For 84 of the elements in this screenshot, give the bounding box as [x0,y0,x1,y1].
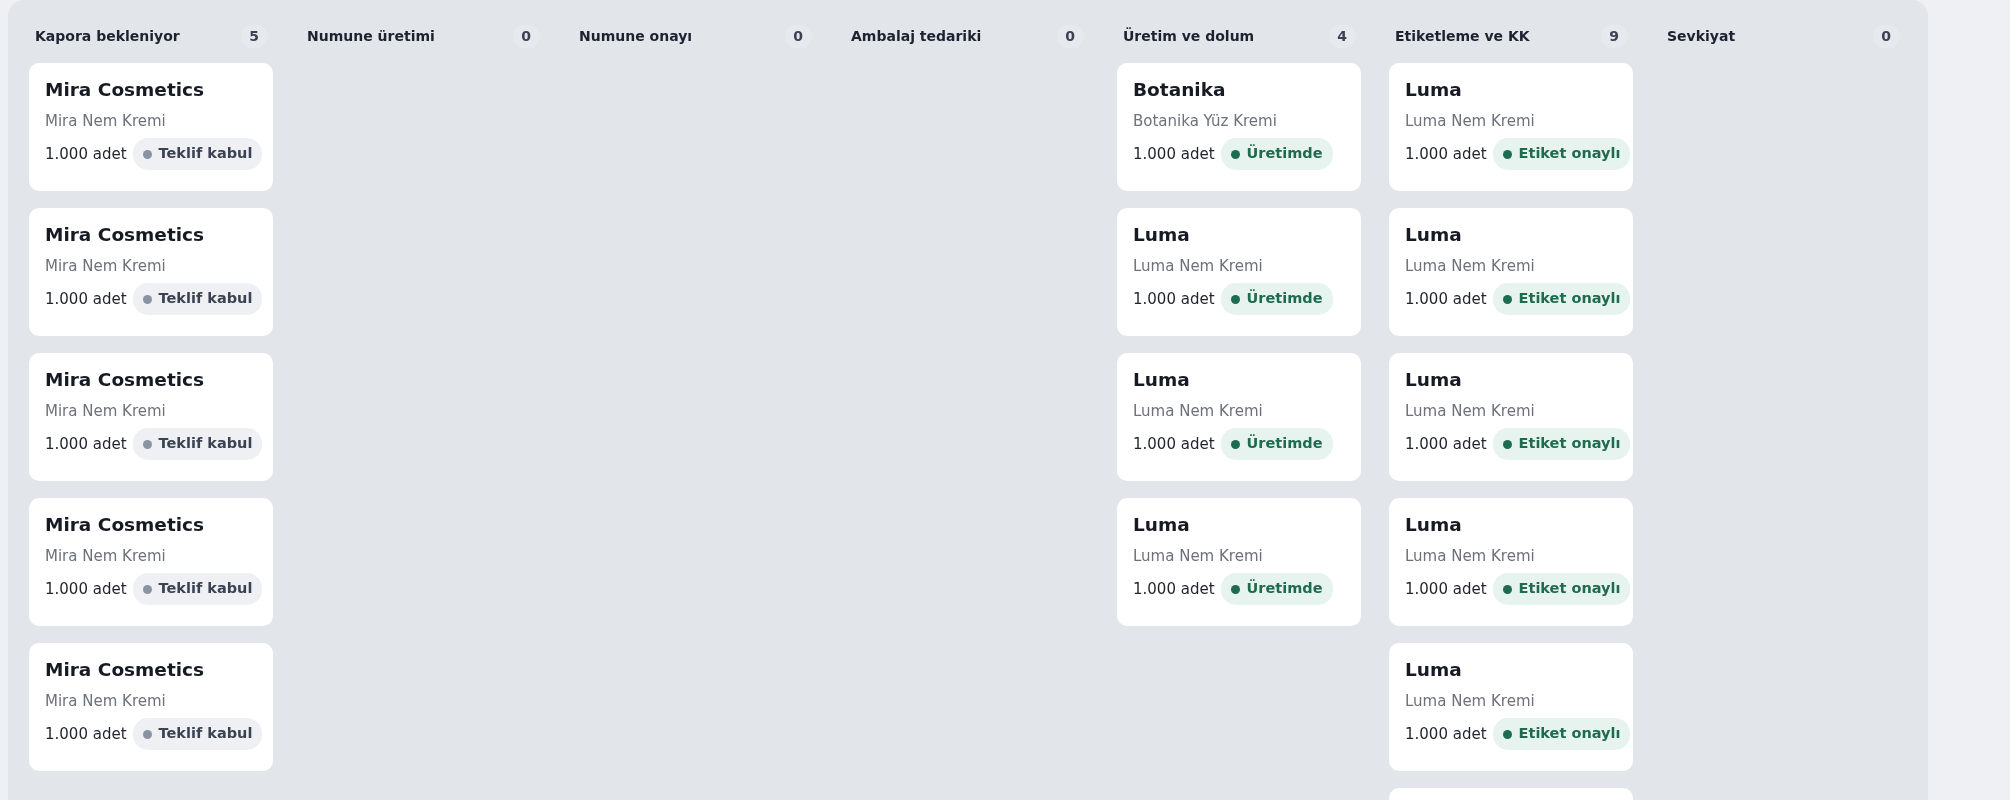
company-name: Luma [1133,224,1191,247]
column-title: Sevkiyat [1667,26,1736,46]
column-count: 0 [785,24,811,48]
quantity: 1.000 adet [45,433,127,455]
quantity: 1.000 adet [1405,723,1487,745]
column-count: 9 [1601,24,1627,48]
status-badge: Teklif kabul [132,428,263,460]
column-title: Numune onayı [579,26,693,46]
column-count: 4 [1329,24,1355,48]
product-name: Mira Nem Kremi [45,257,167,276]
column-title: Numune üretimi [307,26,435,46]
quantity: 1.000 adet [45,288,127,310]
company-name: Luma [1405,79,1463,102]
status-badge: Üretimde [1220,428,1333,460]
order-card[interactable]: Mira Cosmetics Mira Nem Kremi 1.000 adet Teklif kabul [29,498,273,626]
quantity: 1.000 adet [1405,143,1487,165]
quantity: 1.000 adet [1133,433,1215,455]
quantity: 1.000 adet [1133,288,1215,310]
status-badge: Üretimde [1220,573,1333,605]
company-name: Luma [1405,224,1463,247]
order-card[interactable]: Luma Luma Nem Kremi 1.000 adet Etiket onaylı [1389,353,1633,481]
quantity: 1.000 adet [1405,578,1487,600]
product-name: Mira Nem Kremi [45,547,167,566]
quantity: 1.000 adet [1133,143,1215,165]
company-name: Mira Cosmetics [45,659,206,682]
product-name: Luma Nem Kremi [1405,692,1536,711]
product-name: Luma Nem Kremi [1405,547,1536,566]
order-card[interactable]: Luma Luma Nem Kremi 1.000 adet Etiket onaylı [1389,63,1633,191]
status-badge: Etiket onaylı [1492,138,1631,170]
order-card[interactable]: Luma Luma Nem Kremi 1.000 adet Etiket onaylı [1389,643,1633,771]
column-title: Etiketleme ve KK [1395,26,1530,46]
quantity: 1.000 adet [1133,578,1215,600]
company-name: Mira Cosmetics [45,514,206,537]
product-name: Luma Nem Kremi [1405,402,1536,421]
company-name: Luma [1405,514,1463,537]
column-count: 0 [513,24,539,48]
company-name: Mira Cosmetics [45,79,206,102]
status-badge: Teklif kabul [132,138,263,170]
status-badge: Etiket onaylı [1492,718,1631,750]
order-card[interactable]: Luma Luma Nem Kremi 1.000 adet Etiket onaylı [1389,208,1633,336]
status-badge: Etiket onaylı [1492,428,1631,460]
status-badge: Teklif kabul [132,573,263,605]
order-card[interactable]: Luma Luma Nem Kremi 1.000 adet Üretimde [1117,353,1361,481]
order-card[interactable]: Botanika Botanika Yüz Kremi 1.000 adet Üretimde [1117,63,1361,191]
status-badge: Teklif kabul [132,283,263,315]
company-name: Mira Cosmetics [45,224,206,247]
column-title: Ambalaj tedariki [851,26,982,46]
company-name: Botanika [1133,79,1227,102]
order-card[interactable]: Luma Luma Nem Kremi 1.000 adet Üretimde [1117,498,1361,626]
order-card[interactable]: Mira Cosmetics Mira Nem Kremi 1.000 adet Teklif kabul [29,353,273,481]
product-name: Mira Nem Kremi [45,112,167,131]
company-name: Luma [1405,659,1463,682]
company-name: Luma [1133,514,1191,537]
company-name: Luma [1133,369,1191,392]
quantity: 1.000 adet [45,578,127,600]
quantity: 1.000 adet [45,723,127,745]
product-name: Luma Nem Kremi [1405,257,1536,276]
status-badge: Etiket onaylı [1492,283,1631,315]
company-name: Luma [1405,369,1463,392]
status-badge: Teklif kabul [132,718,263,750]
column-count: 5 [241,24,267,48]
product-name: Mira Nem Kremi [45,692,167,711]
order-card[interactable]: Luma Luma Nem Kremi 1.000 adet Üretimde [1117,208,1361,336]
column-title: Üretim ve dolum [1123,26,1255,46]
order-card[interactable]: Luma Luma Nem Kremi 1.000 adet Etiket onaylı [1389,498,1633,626]
quantity: 1.000 adet [1405,433,1487,455]
product-name: Luma Nem Kremi [1133,257,1264,276]
quantity: 1.000 adet [45,143,127,165]
product-name: Luma Nem Kremi [1133,547,1264,566]
product-name: Luma Nem Kremi [1133,402,1264,421]
status-badge: Üretimde [1220,138,1333,170]
quantity: 1.000 adet [1405,288,1487,310]
order-card[interactable]: Mira Cosmetics Mira Nem Kremi 1.000 adet Teklif kabul [29,643,273,771]
column-count: 0 [1873,24,1899,48]
order-card[interactable]: Mira Cosmetics Mira Nem Kremi 1.000 adet Teklif kabul [29,208,273,336]
order-card[interactable]: Mira Cosmetics Mira Nem Kremi 1.000 adet Teklif kabul [29,63,273,191]
status-badge: Etiket onaylı [1492,573,1631,605]
product-name: Luma Nem Kremi [1405,112,1536,131]
column-count: 0 [1057,24,1083,48]
product-name: Botanika Yüz Kremi [1133,112,1278,131]
column-title: Kapora bekleniyor [35,26,180,46]
company-name: Mira Cosmetics [45,369,206,392]
status-badge: Üretimde [1220,283,1333,315]
product-name: Mira Nem Kremi [45,402,167,421]
